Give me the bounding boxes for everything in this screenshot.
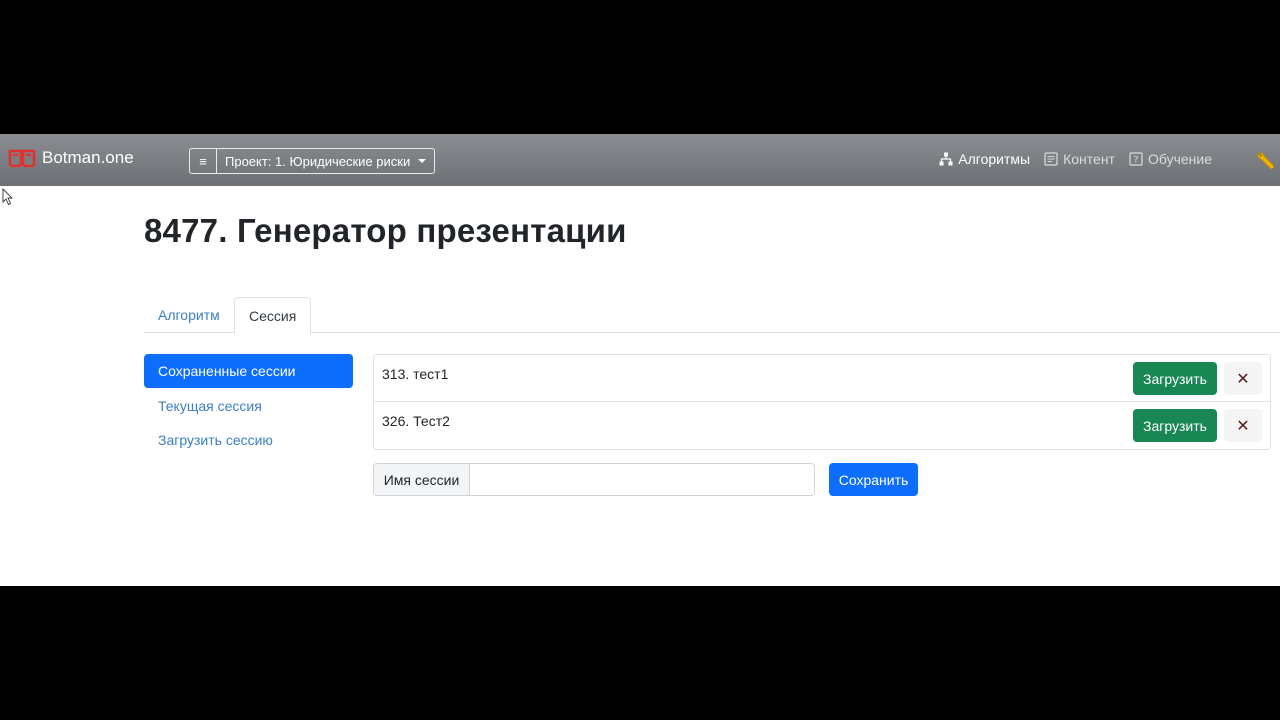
brand-logo-icon [8,149,36,168]
wrench-icon[interactable] [1256,151,1276,171]
session-name: 326. Тест2 [382,413,450,429]
app-window: Botman.one ≡ Проект: 1. Юридические риск… [0,134,1280,586]
caret-down-icon [418,159,427,163]
top-navbar: Botman.one ≡ Проект: 1. Юридические риск… [0,134,1280,186]
nav-link-label: Обучение [1147,151,1212,167]
project-menu-button[interactable]: ≡ [190,149,217,173]
brand-name: Botman.one [42,148,134,167]
help-icon: ? [1129,152,1143,166]
nav-link-label: Контент [1063,151,1115,167]
close-icon: ✕ [1236,417,1250,435]
list-item: 313. тест1 Загрузить ✕ [374,355,1270,402]
session-sidenav: Сохраненные сессии Текущая сессия Загруз… [144,354,353,458]
sitemap-icon [939,152,953,166]
nav-link-content[interactable]: Контент [1044,151,1115,167]
svg-text:?: ? [1134,156,1139,166]
session-name-group: Имя сессии [373,463,815,496]
session-name-input[interactable] [470,464,814,495]
sidenav-item-saved-sessions[interactable]: Сохраненные сессии [144,354,353,388]
tab-algorithm[interactable]: Алгоритм [144,297,234,333]
delete-session-button[interactable]: ✕ [1224,362,1262,395]
save-session-button[interactable]: Сохранить [829,463,918,496]
nav-link-learning[interactable]: ? Обучение [1129,151,1212,167]
page-title: 8477. Генератор презентации [144,212,627,249]
list-item: 326. Тест2 Загрузить ✕ [374,402,1270,449]
session-name: 313. тест1 [382,366,449,382]
close-icon: ✕ [1236,370,1250,388]
load-session-button[interactable]: Загрузить [1133,362,1217,395]
project-dropdown[interactable]: Проект: 1. Юридические риски [217,149,434,173]
session-name-label: Имя сессии [374,464,470,495]
sidenav-item-load-session[interactable]: Загрузить сессию [144,423,353,457]
sidenav-item-current-session[interactable]: Текущая сессия [144,389,353,423]
saved-sessions-list: 313. тест1 Загрузить ✕ 326. Тест2 Загруз… [373,354,1271,450]
project-selector: ≡ Проект: 1. Юридические риски [189,148,436,174]
nav-link-label: Алгоритмы [958,151,1031,167]
nav-link-algorithms[interactable]: Алгоритмы [939,151,1030,167]
mouse-cursor-icon [2,188,14,206]
content-icon [1044,152,1058,166]
menu-icon: ≡ [199,153,207,169]
tab-session[interactable]: Сессия [234,297,312,334]
project-dropdown-label: Проект: 1. Юридические риски [225,153,411,169]
brand[interactable]: Botman.one [8,148,134,168]
nav-links: Алгоритмы Контент ? Обучение [939,151,1212,167]
tab-bar: Алгоритм Сессия [144,297,1280,334]
load-session-button[interactable]: Загрузить [1133,409,1217,442]
delete-session-button[interactable]: ✕ [1224,409,1262,442]
